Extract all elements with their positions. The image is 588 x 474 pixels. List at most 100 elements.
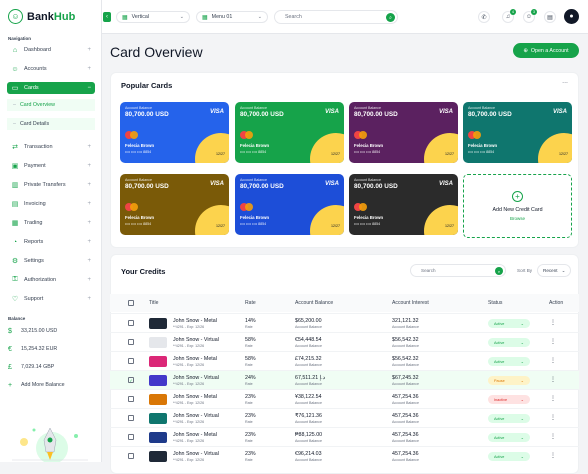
visa-logo: VISA	[209, 109, 224, 115]
sidebar-item-transaction[interactable]: ⇄ Transaction +	[7, 141, 95, 153]
credit-card[interactable]: Account Balance 80,700.00 USD VISA Felecia …	[235, 174, 344, 235]
plus-icon: +	[87, 277, 91, 283]
row-actions-icon[interactable]: ⋮	[550, 357, 556, 364]
sidebar-subitem-card-details[interactable]: – Card Details	[7, 118, 95, 130]
row-checkbox[interactable]	[128, 339, 134, 345]
sidebar-item-invoicing[interactable]: ▤ Invoicing +	[7, 198, 95, 210]
credits-search-input[interactable]: Search ⌕	[410, 264, 506, 277]
sidebar-subitem-card-overview[interactable]: – Card Overview	[7, 99, 95, 111]
apps-icon[interactable]: ▤	[544, 11, 556, 23]
sidebar-item-cards[interactable]: ▭ Cards −	[7, 82, 95, 94]
row-checkbox[interactable]	[128, 415, 134, 421]
row-actions-icon[interactable]: ⋮	[550, 452, 556, 459]
add-credit-card-tile[interactable]: + Add New Credit Card Browse	[463, 174, 572, 238]
credit-card[interactable]: Account Balance 80,700.00 USD VISA Felecia …	[120, 102, 229, 163]
table-row[interactable]: John Snow - Metal **4291 - Exp: 12/26 23% R…	[110, 427, 579, 446]
table-row[interactable]: John Snow - Virtual **4291 - Exp: 12/26 23…	[110, 446, 579, 465]
sidebar-item-label: Reports	[24, 239, 44, 245]
plus-icon: +	[87, 47, 91, 53]
bell-icon[interactable]: ♫ 4	[502, 9, 516, 23]
credit-card[interactable]: Account Balance 80,700.00 USD VISA Felecia …	[235, 102, 344, 163]
sidebar-collapse-button[interactable]: ‹	[103, 12, 111, 22]
row-checkbox[interactable]	[128, 453, 134, 459]
row-actions-icon[interactable]: ⋮	[550, 433, 556, 440]
brand-logo[interactable]: ☺ Bank Hub	[8, 9, 75, 24]
status-select[interactable]: Active ⌄	[488, 433, 530, 442]
card-expiry: 12/27	[445, 224, 454, 228]
layout-select[interactable]: ▦ Vertical ⌄	[116, 11, 190, 23]
dash-icon: –	[13, 121, 16, 127]
search-input[interactable]: Search ⌕	[274, 10, 398, 24]
dash-icon: –	[13, 102, 16, 108]
row-actions-icon[interactable]: ⋮	[550, 376, 556, 383]
balance-item[interactable]: €15,254.32 EUR	[8, 344, 57, 354]
credit-card[interactable]: Account Balance 80,700.00 USD VISA Felecia …	[120, 174, 229, 235]
sidebar-item-support[interactable]: ♡ Support +	[7, 293, 95, 305]
row-actions-icon[interactable]: ⋮	[550, 338, 556, 345]
phone-icon[interactable]: ✆	[478, 11, 490, 23]
sidebar-item-settings[interactable]: ⚙ Settings +	[7, 255, 95, 267]
row-balance: ₹76,121.36	[295, 413, 322, 419]
message-icon[interactable]: ☺ 3	[523, 9, 537, 23]
sidebar-item-authorization[interactable]: ⚿ Authorization +	[7, 274, 95, 286]
sidebar-item-accounts[interactable]: ☺ Accounts +	[7, 63, 95, 75]
search-icon[interactable]: ⌕	[495, 267, 503, 275]
table-row[interactable]: John Snow - Metal **4291 - Exp: 12/26 14% R…	[110, 313, 579, 332]
balance-item[interactable]: £7,029.14 GBP	[8, 362, 54, 372]
browse-link[interactable]: Browse	[510, 216, 525, 221]
status-select[interactable]: Active ⌄	[488, 357, 530, 366]
status-select[interactable]: Active ⌄	[488, 452, 530, 461]
more-options-icon[interactable]: ...	[562, 78, 568, 85]
status-select[interactable]: Pause ⌄	[488, 376, 530, 385]
menu-select[interactable]: ▦ Menu 01 ⌄	[196, 11, 268, 23]
row-actions-icon[interactable]: ⋮	[550, 319, 556, 326]
row-checkbox[interactable]: ✓	[128, 377, 134, 383]
row-checkbox[interactable]	[128, 358, 134, 364]
status-select[interactable]: Active ⌄	[488, 338, 530, 347]
balance-item[interactable]: + Add More Balance	[8, 380, 65, 390]
sidebar-item-payment[interactable]: ▣ Payment +	[7, 160, 95, 172]
search-icon[interactable]: ⌕	[386, 13, 395, 22]
sidebar-item-label: Accounts	[24, 66, 47, 72]
status-select[interactable]: Inactive ⌄	[488, 395, 530, 404]
credit-card[interactable]: Account Balance 80,700.00 USD VISA Felecia …	[463, 102, 572, 163]
plus-icon: +	[87, 144, 91, 150]
plus-icon: +	[87, 66, 91, 72]
select-all-checkbox[interactable]	[128, 300, 134, 306]
table-row[interactable]: ✓ John Snow - Virtual **4291 - Exp: 12/26 2…	[110, 370, 579, 389]
status-select[interactable]: Active ⌄	[488, 414, 530, 423]
credit-card[interactable]: Account Balance 80,700.00 USD VISA Felecia …	[349, 174, 458, 235]
row-checkbox[interactable]	[128, 320, 134, 326]
chevron-down-icon: ⌄	[520, 454, 524, 459]
row-rate-label: Rate	[245, 325, 253, 329]
row-actions-icon[interactable]: ⋮	[550, 395, 556, 402]
row-checkbox[interactable]	[128, 396, 134, 402]
status-select[interactable]: Active ⌄	[488, 319, 530, 328]
brand-name-b: Hub	[53, 10, 76, 23]
sidebar-item-reports[interactable]: ◔ Reports +	[7, 236, 95, 248]
row-interest-label: Account Balance	[392, 325, 419, 329]
table-header	[110, 294, 579, 312]
card-decoration	[538, 133, 572, 163]
table-row[interactable]: John Snow - Virtual **4291 - Exp: 12/26 23…	[110, 408, 579, 427]
open-account-button[interactable]: ⊕ Open a Account	[513, 43, 579, 58]
avatar[interactable]: ●	[564, 9, 579, 24]
row-checkbox[interactable]	[128, 434, 134, 440]
chevron-down-icon: ⌄	[561, 267, 566, 273]
sort-select[interactable]: Recent ⌄	[537, 264, 571, 277]
table-row[interactable]: John Snow - Metal **4291 - Exp: 12/26 23% R…	[110, 389, 579, 408]
row-actions-icon[interactable]: ⋮	[550, 414, 556, 421]
balance-item[interactable]: $33,215.00 USD	[8, 326, 57, 336]
card-thumbnail	[149, 413, 167, 424]
sidebar-item-private-transfers[interactable]: ▥ Private Transfers +	[7, 179, 95, 191]
sidebar-item-label: Trading	[24, 220, 43, 226]
sidebar-item-trading[interactable]: ▦ Trading +	[7, 217, 95, 229]
sidebar-item-dashboard[interactable]: ⌂ Dashboard +	[7, 44, 95, 56]
table-row[interactable]: John Snow - Metal **4291 - Exp: 12/26 58% R…	[110, 351, 579, 370]
sidebar-item-label: Authorization	[24, 277, 57, 283]
credits-title: Your Credits	[121, 267, 166, 276]
popular-cards-title: Popular Cards	[121, 81, 173, 90]
table-row[interactable]: John Snow - Virtual **4291 - Exp: 12/26 58…	[110, 332, 579, 351]
credit-card[interactable]: Account Balance 80,700.00 USD VISA Felecia …	[349, 102, 458, 163]
card-balance-label: Account Balance	[354, 178, 381, 182]
